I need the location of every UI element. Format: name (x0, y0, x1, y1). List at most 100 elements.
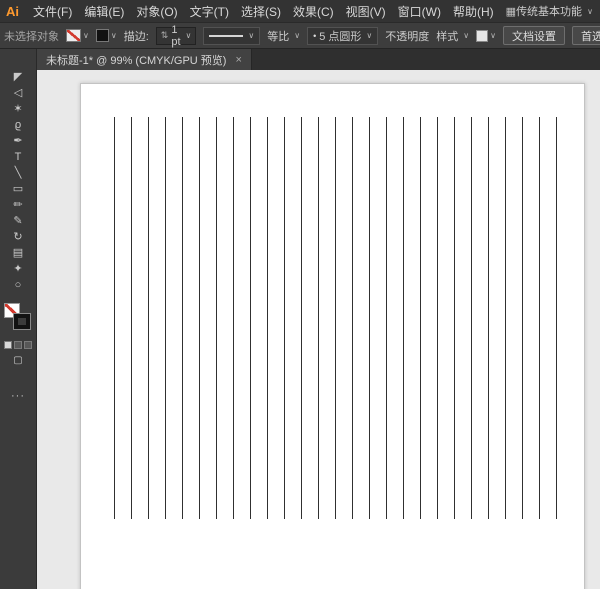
opacity-label[interactable]: 不透明度 (385, 28, 429, 44)
width-profile-dropdown[interactable]: ∨ (203, 26, 261, 45)
canvas-line[interactable] (556, 117, 557, 519)
canvas-line[interactable] (454, 117, 455, 519)
gradient-button[interactable] (14, 341, 22, 349)
edit-toolbar-ellipsis[interactable]: ··· (11, 390, 25, 402)
pen-tool[interactable]: ✒ (3, 133, 33, 149)
preferences-button[interactable]: 首选项 (572, 26, 600, 45)
menu-effect[interactable]: 效果(C) (287, 3, 340, 20)
graphic-style-swatch[interactable]: ∨ (476, 29, 496, 42)
eyedropper-tool-icon: ✦ (13, 262, 23, 275)
brush-definition-dropdown[interactable]: • 5 点圆形 ∨ (307, 26, 379, 45)
stroke-weight-label: 描边: (123, 30, 149, 43)
magic-wand-tool[interactable]: ✶ (3, 101, 33, 117)
canvas-line[interactable] (148, 117, 149, 519)
chevron-down-icon: ∨ (294, 31, 301, 40)
stroke-weight-stepper[interactable]: ⇅ 1 pt ∨ (155, 24, 197, 48)
canvas-line[interactable] (301, 117, 302, 519)
canvas[interactable] (37, 70, 600, 589)
app-logo[interactable]: Ai (6, 4, 19, 19)
menu-object[interactable]: 对象(O) (130, 3, 183, 20)
fill-stroke-control[interactable] (3, 303, 33, 333)
canvas-line[interactable] (233, 117, 234, 519)
screen-mode-button[interactable]: ▢ (13, 356, 22, 366)
pencil-tool[interactable]: ✎ (3, 213, 33, 229)
menu-bar: Ai 文件(F) 编辑(E) 对象(O) 文字(T) 选择(S) 效果(C) 视… (0, 0, 600, 22)
canvas-line[interactable] (522, 117, 523, 519)
uniform-dropdown[interactable]: 等比 ∨ (267, 28, 300, 44)
paintbrush-tool[interactable]: ✏ (3, 197, 33, 213)
line-preview (209, 34, 244, 37)
zoom-tool[interactable]: ○ (3, 277, 33, 293)
document-setup-button[interactable]: 文档设置 (503, 26, 565, 45)
style-dropdown[interactable]: 样式 ∨ (436, 28, 469, 44)
lasso-tool-icon: ϱ (14, 118, 22, 131)
menu-select[interactable]: 选择(S) (235, 3, 287, 20)
menu-help[interactable]: 帮助(H) (447, 3, 500, 20)
fill-none-swatch (66, 29, 81, 42)
canvas-line[interactable] (114, 117, 115, 519)
tab-close-icon[interactable]: × (235, 54, 241, 66)
stroke-color-control[interactable]: ∨ (95, 29, 117, 42)
direct-selection-tool[interactable]: ◁ (3, 85, 33, 101)
line-segment-tool[interactable]: ╲ (3, 165, 33, 181)
workspace-switcher[interactable]: 传统基本功能 ∨ (516, 3, 593, 19)
chevron-down-icon: ∨ (185, 31, 192, 40)
canvas-line[interactable] (505, 117, 506, 519)
menu-type[interactable]: 文字(T) (184, 3, 235, 20)
canvas-line[interactable] (420, 117, 421, 519)
canvas-line[interactable] (471, 117, 472, 519)
stroke-swatch[interactable] (14, 314, 30, 329)
canvas-line[interactable] (403, 117, 404, 519)
chevron-down-icon: ∨ (110, 31, 117, 40)
canvas-line[interactable] (182, 117, 183, 519)
no-selection-label: 未选择对象 (4, 30, 59, 43)
canvas-line[interactable] (165, 117, 166, 519)
canvas-line[interactable] (369, 117, 370, 519)
canvas-line[interactable] (352, 117, 353, 519)
chevron-down-icon: ∨ (248, 31, 255, 40)
canvas-line[interactable] (539, 117, 540, 519)
canvas-line[interactable] (437, 117, 438, 519)
lasso-tool[interactable]: ϱ (3, 117, 33, 133)
chevron-down-icon: ∨ (366, 31, 373, 40)
rectangle-tool[interactable]: ▭ (3, 181, 33, 197)
rotate-tool[interactable]: ↻ (3, 229, 33, 245)
document-tab[interactable]: 未标题-1* @ 99% (CMYK/GPU 预览) × (37, 49, 252, 70)
document-tab-strip: 未标题-1* @ 99% (CMYK/GPU 预览) × (37, 49, 600, 70)
canvas-line[interactable] (131, 117, 132, 519)
menu-view[interactable]: 视图(V) (340, 3, 392, 20)
eyedropper-tool[interactable]: ✦ (3, 261, 33, 277)
canvas-line[interactable] (386, 117, 387, 519)
arrange-documents-icon[interactable]: ▦ (506, 5, 516, 18)
magic-wand-tool-icon: ✶ (13, 102, 23, 115)
canvas-line[interactable] (284, 117, 285, 519)
tools-panel: ◤ ◁ ✶ ϱ ✒ T ╲ ▭ ✏ ✎ ↻ ▤ ✦ ○ ▢ ··· (0, 49, 37, 589)
style-label: 样式 (436, 30, 459, 43)
canvas-line[interactable] (318, 117, 319, 519)
chevron-down-icon: ∨ (587, 6, 593, 16)
menu-edit[interactable]: 编辑(E) (78, 3, 130, 20)
rotate-tool-icon: ↻ (13, 230, 23, 243)
canvas-line[interactable] (267, 117, 268, 519)
menu-file[interactable]: 文件(F) (27, 3, 78, 20)
canvas-line[interactable] (199, 117, 200, 519)
canvas-line[interactable] (488, 117, 489, 519)
selection-tool[interactable]: ◤ (3, 69, 33, 85)
canvas-line[interactable] (250, 117, 251, 519)
stepper-arrows-icon[interactable]: ⇅ (161, 30, 169, 41)
artboard[interactable] (80, 83, 585, 589)
fill-color-control[interactable]: ∨ (66, 29, 89, 42)
menu-window[interactable]: 窗口(W) (392, 3, 447, 20)
color-button[interactable] (4, 341, 12, 349)
uniform-label: 等比 (267, 30, 290, 43)
workspace-label: 传统基本功能 (516, 6, 583, 18)
main-area: ◤ ◁ ✶ ϱ ✒ T ╲ ▭ ✏ ✎ ↻ ▤ ✦ ○ ▢ ··· 未标题-1*… (0, 49, 600, 589)
canvas-line[interactable] (216, 117, 217, 519)
gradient-tool[interactable]: ▤ (3, 245, 33, 261)
brush-dot-icon: • (313, 30, 317, 41)
pencil-tool-icon: ✎ (13, 214, 23, 227)
none-button[interactable] (24, 341, 32, 349)
type-tool[interactable]: T (3, 149, 33, 165)
brush-label: 5 点圆形 (319, 30, 362, 43)
canvas-line[interactable] (335, 117, 336, 519)
